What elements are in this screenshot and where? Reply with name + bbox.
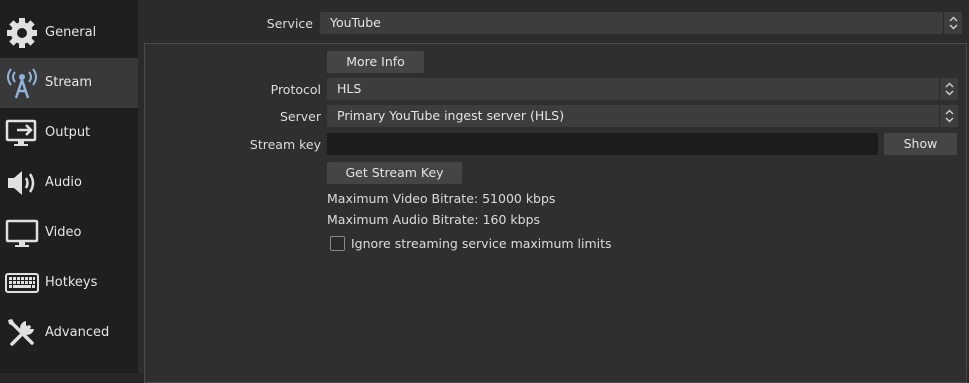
sidebar-item-label: Output <box>45 125 91 140</box>
settings-sidebar: General Stream Output Audio Video Hotkey… <box>0 0 138 373</box>
stream-key-label: Stream key <box>249 137 321 152</box>
protocol-label: Protocol <box>270 82 321 97</box>
more-info-button[interactable]: More Info <box>327 51 424 73</box>
sidebar-item-video[interactable]: Video <box>0 208 138 258</box>
chevron-updown-icon <box>939 78 958 100</box>
protocol-value: HLS <box>337 81 362 96</box>
broadcast-tower-icon <box>5 66 39 100</box>
stream-key-input[interactable] <box>327 133 878 155</box>
sidebar-item-label: General <box>45 25 97 40</box>
service-label: Service <box>266 16 313 31</box>
sidebar-item-advanced[interactable]: Advanced <box>0 308 138 358</box>
sidebar-item-stream[interactable]: Stream <box>0 58 138 108</box>
sidebar-item-general[interactable]: General <box>0 8 138 58</box>
gear-icon <box>5 16 39 50</box>
get-stream-key-button[interactable]: Get Stream Key <box>327 162 462 184</box>
sidebar-item-label: Video <box>45 225 82 240</box>
sidebar-item-hotkeys[interactable]: Hotkeys <box>0 258 138 308</box>
sidebar-item-label: Audio <box>45 175 82 190</box>
service-select[interactable]: YouTube <box>320 12 962 34</box>
protocol-select[interactable]: HLS <box>327 78 958 100</box>
show-stream-key-button[interactable]: Show <box>884 133 957 155</box>
wrench-screwdriver-icon <box>5 316 39 350</box>
server-select[interactable]: Primary YouTube ingest server (HLS) <box>327 105 958 127</box>
service-settings-group: More Info Protocol HLS Server Primary Yo… <box>144 43 967 383</box>
stream-settings-panel: Service YouTube More Info Protocol HLS S… <box>138 0 969 383</box>
chevron-updown-icon <box>943 12 962 34</box>
service-value: YouTube <box>330 15 381 30</box>
server-label: Server <box>280 109 321 124</box>
max-video-bitrate-text: Maximum Video Bitrate: 51000 kbps <box>327 191 556 206</box>
sidebar-item-label: Stream <box>45 75 93 90</box>
monitor-output-icon <box>5 116 39 150</box>
speaker-icon <box>5 166 39 200</box>
chevron-updown-icon <box>939 105 958 127</box>
ignore-limits-checkbox[interactable] <box>330 236 345 251</box>
keyboard-icon <box>5 266 39 300</box>
sidebar-item-output[interactable]: Output <box>0 108 138 158</box>
server-value: Primary YouTube ingest server (HLS) <box>337 108 565 123</box>
monitor-icon <box>5 216 39 250</box>
sidebar-item-label: Advanced <box>45 325 110 340</box>
ignore-limits-label[interactable]: Ignore streaming service maximum limits <box>351 236 612 251</box>
sidebar-item-label: Hotkeys <box>45 275 98 290</box>
max-audio-bitrate-text: Maximum Audio Bitrate: 160 kbps <box>327 212 541 227</box>
sidebar-item-audio[interactable]: Audio <box>0 158 138 208</box>
